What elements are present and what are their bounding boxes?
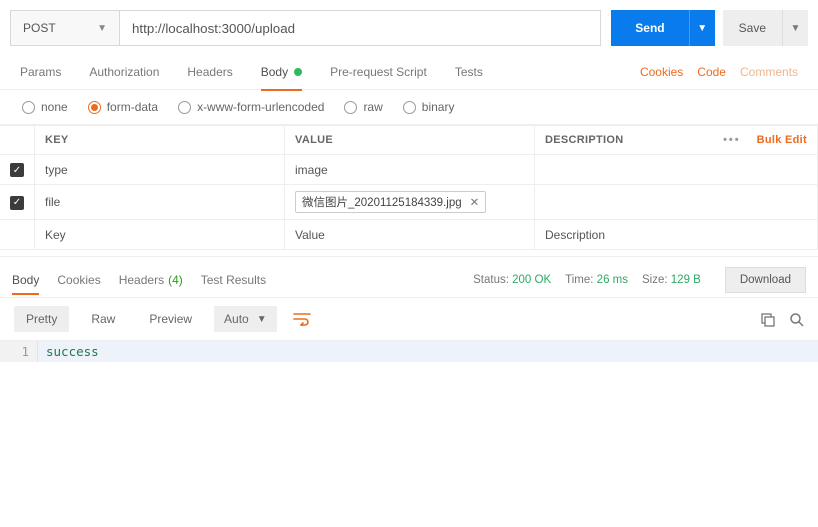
tab-authorization[interactable]: Authorization — [89, 54, 159, 90]
url-input[interactable] — [120, 10, 601, 46]
cell-desc[interactable] — [535, 185, 818, 220]
tab-body[interactable]: Body — [261, 54, 302, 90]
tab-headers[interactable]: Headers — [187, 54, 232, 90]
dot-indicator-icon — [294, 68, 302, 76]
send-button-group: Send ▼ — [611, 10, 714, 46]
radio-icon — [22, 101, 35, 114]
cell-desc[interactable] — [535, 155, 818, 185]
file-chip: 微信图片_20201125184339.jpg ✕ — [295, 191, 486, 213]
checkbox-icon[interactable]: ✓ — [10, 196, 24, 210]
view-preview[interactable]: Preview — [137, 306, 204, 332]
cell-value[interactable]: 微信图片_20201125184339.jpg ✕ — [285, 185, 535, 220]
copy-icon[interactable] — [760, 312, 775, 327]
remove-file-icon[interactable]: ✕ — [470, 195, 480, 209]
code-empty-space[interactable] — [0, 362, 818, 522]
save-button-group: Save ▼ — [723, 10, 808, 46]
save-dropdown[interactable]: ▼ — [782, 10, 808, 46]
time-value: 26 ms — [597, 274, 628, 286]
radio-icon — [88, 101, 101, 114]
view-raw[interactable]: Raw — [79, 306, 127, 332]
link-cookies[interactable]: Cookies — [640, 65, 683, 79]
line-text[interactable]: success — [38, 341, 107, 362]
cell-key[interactable]: type — [35, 155, 285, 185]
table-row: ✓ type image — [0, 155, 818, 185]
search-icon[interactable] — [789, 312, 804, 327]
resp-tab-headers[interactable]: Headers(4) — [119, 265, 183, 295]
response-tabs: Body Cookies Headers(4) Test Results Sta… — [0, 256, 818, 295]
request-right-links: Cookies Code Comments — [640, 65, 798, 79]
bulk-edit-link[interactable]: Bulk Edit — [757, 134, 807, 146]
file-name: 微信图片_20201125184339.jpg — [302, 194, 462, 210]
tab-tests[interactable]: Tests — [455, 54, 483, 90]
body-type-selector: none form-data x-www-form-urlencoded raw… — [0, 90, 818, 125]
request-bar: POST ▼ Send ▼ Save ▼ — [0, 0, 818, 54]
radio-raw[interactable]: raw — [344, 100, 382, 114]
cell-key[interactable]: file — [35, 185, 285, 220]
cell-value-placeholder[interactable]: Value — [285, 220, 535, 250]
link-comments[interactable]: Comments — [740, 65, 798, 79]
col-value: VALUE — [285, 126, 535, 155]
status-value: 200 OK — [512, 274, 551, 286]
size-value: 129 B — [671, 274, 701, 286]
checkbox-icon[interactable]: ✓ — [10, 163, 24, 177]
radio-none[interactable]: none — [22, 100, 68, 114]
cell-value[interactable]: image — [285, 155, 535, 185]
http-method-value: POST — [23, 21, 56, 35]
code-line: 1 success — [0, 341, 818, 362]
col-desc: DESCRIPTION ••• Bulk Edit — [535, 126, 818, 155]
response-viewer-controls: Pretty Raw Preview Auto ▼ — [0, 297, 818, 340]
col-key: KEY — [35, 126, 285, 155]
radio-icon — [403, 101, 416, 114]
radio-icon — [178, 101, 191, 114]
cell-key-placeholder[interactable]: Key — [35, 220, 285, 250]
request-tabs: Params Authorization Headers Body Pre-re… — [0, 54, 818, 90]
view-pretty[interactable]: Pretty — [14, 306, 69, 332]
tab-params[interactable]: Params — [20, 54, 61, 90]
format-select[interactable]: Auto ▼ — [214, 306, 277, 332]
download-button[interactable]: Download — [725, 267, 806, 293]
send-dropdown[interactable]: ▼ — [689, 10, 715, 46]
radio-binary[interactable]: binary — [403, 100, 455, 114]
radio-form-data[interactable]: form-data — [88, 100, 158, 114]
wrap-lines-icon[interactable] — [287, 308, 317, 330]
http-method-select[interactable]: POST ▼ — [10, 10, 120, 46]
resp-tab-test-results[interactable]: Test Results — [201, 265, 266, 295]
col-check — [0, 126, 35, 155]
caret-down-icon: ▼ — [257, 314, 267, 325]
link-code[interactable]: Code — [697, 65, 726, 79]
tab-prerequest[interactable]: Pre-request Script — [330, 54, 427, 90]
caret-down-icon: ▼ — [97, 23, 107, 34]
resp-tab-body[interactable]: Body — [12, 265, 39, 295]
radio-icon — [344, 101, 357, 114]
save-button[interactable]: Save — [723, 10, 782, 46]
resp-tab-cookies[interactable]: Cookies — [57, 265, 100, 295]
table-row: ✓ file 微信图片_20201125184339.jpg ✕ — [0, 185, 818, 220]
response-body-area: 1 success — [0, 340, 818, 522]
cell-desc-placeholder[interactable]: Description — [535, 220, 818, 250]
radio-urlencoded[interactable]: x-www-form-urlencoded — [178, 100, 324, 114]
viewer-right-icons — [760, 312, 804, 327]
table-row-new: Key Value Description — [0, 220, 818, 250]
send-button[interactable]: Send — [611, 10, 688, 46]
form-data-table: KEY VALUE DESCRIPTION ••• Bulk Edit ✓ ty… — [0, 125, 818, 250]
more-icon[interactable]: ••• — [723, 134, 741, 146]
response-stats: Status: 200 OK Time: 26 ms Size: 129 B D… — [473, 267, 806, 293]
line-number: 1 — [0, 341, 38, 362]
